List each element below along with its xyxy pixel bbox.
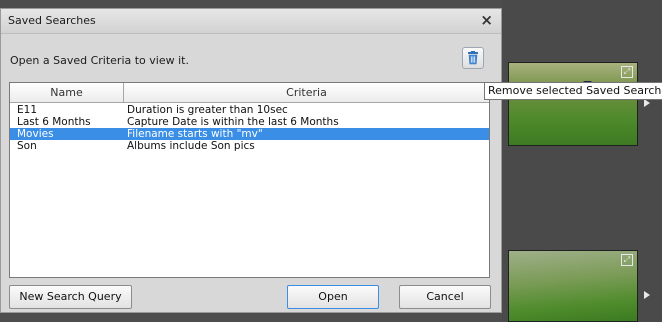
row-criteria: Albums include Son pics	[127, 140, 255, 152]
table-row[interactable]: Last 6 Months Capture Date is within the…	[10, 116, 489, 128]
saved-searches-table: Name Criteria E11 Duration is greater th…	[9, 82, 490, 278]
cancel-button[interactable]: Cancel	[399, 285, 491, 309]
remove-tooltip: Remove selected Saved Search	[484, 82, 662, 100]
new-search-query-button[interactable]: New Search Query	[9, 285, 132, 309]
trash-icon	[468, 51, 478, 65]
row-name: Movies	[17, 128, 54, 140]
instruction-text: Open a Saved Criteria to view it.	[10, 54, 189, 67]
saved-searches-dialog: Saved Searches × Open a Saved Criteria t…	[0, 8, 502, 313]
row-name: Son	[17, 140, 37, 152]
row-name: Last 6 Months	[17, 116, 91, 128]
expand-icon[interactable]: ⤢	[621, 254, 633, 266]
play-icon[interactable]	[644, 291, 650, 299]
column-header-name[interactable]: Name	[10, 83, 124, 102]
table-header: Name Criteria	[10, 83, 489, 103]
table-row[interactable]: E11 Duration is greater than 10sec	[10, 104, 489, 116]
media-thumbnail[interactable]: ⤢	[508, 62, 638, 146]
table-row-selected[interactable]: Movies Filename starts with "mv"	[10, 128, 489, 140]
table-row[interactable]: Son Albums include Son pics	[10, 140, 489, 152]
row-criteria: Capture Date is within the last 6 Months	[127, 116, 339, 128]
media-thumbnail[interactable]: ⤢	[508, 250, 638, 322]
close-icon[interactable]: ×	[480, 11, 493, 29]
dialog-titlebar[interactable]: Saved Searches ×	[1, 9, 501, 34]
play-icon[interactable]	[644, 99, 650, 107]
column-header-criteria[interactable]: Criteria	[124, 83, 489, 102]
open-button[interactable]: Open	[287, 285, 379, 309]
row-criteria: Duration is greater than 10sec	[127, 104, 288, 116]
dialog-title: Saved Searches	[8, 14, 96, 27]
remove-saved-search-button[interactable]	[462, 47, 484, 69]
expand-icon[interactable]: ⤢	[621, 66, 633, 78]
row-criteria: Filename starts with "mv"	[127, 128, 263, 140]
row-name: E11	[17, 104, 37, 116]
